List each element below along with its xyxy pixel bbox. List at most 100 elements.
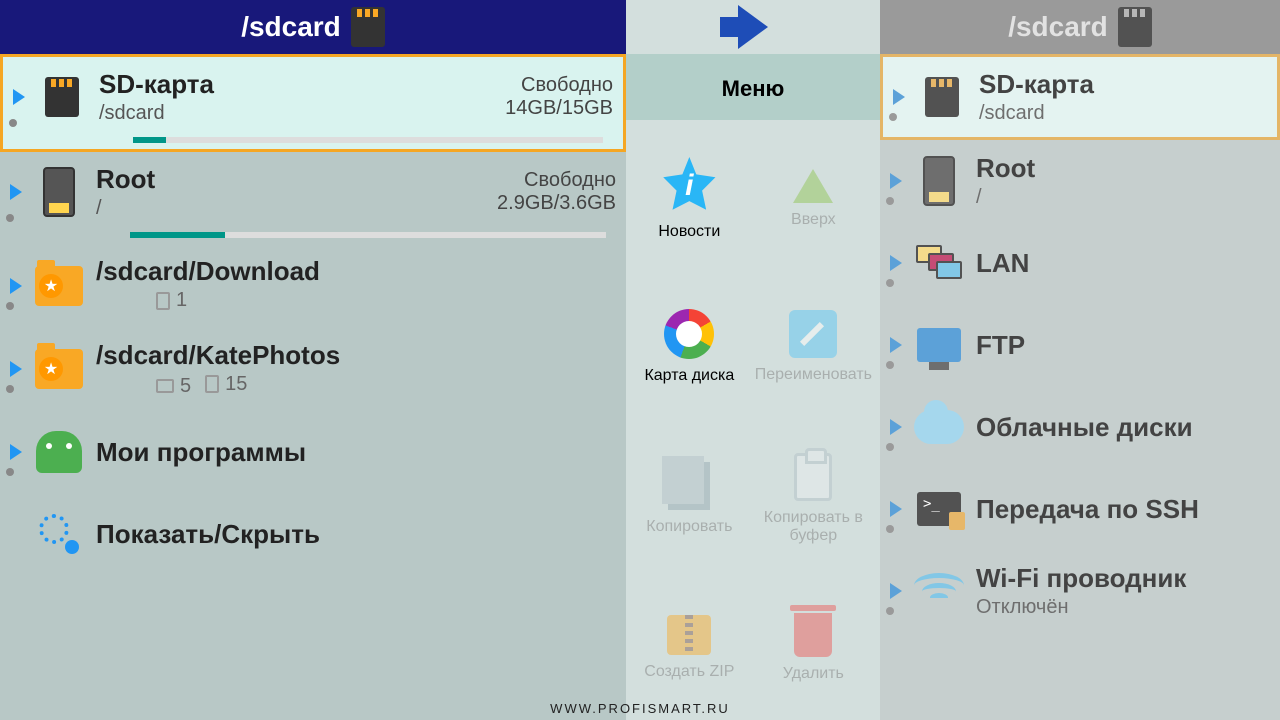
zip-icon [667,615,711,655]
toggle-icon [39,514,79,554]
folder-star-icon [35,349,83,389]
menu-copy: Копировать [632,422,747,576]
free-label: Свободно [497,169,616,192]
item-title: LAN [976,248,1270,279]
expand-caret-icon[interactable] [10,361,22,377]
menu-clip: Копировать в буфер [753,422,874,576]
left-item--sdcard-katephotos[interactable]: /sdcard/KatePhotos515 [0,328,626,412]
expand-caret-icon[interactable] [10,184,22,200]
right-path: /sdcard [1008,11,1108,43]
folder-star-icon [35,266,83,306]
left-item-sd-карта[interactable]: SD-карта/sdcard Свободно14GB/15GB [0,54,626,152]
phone-icon [923,156,955,206]
left-item--sdcard-download[interactable]: /sdcard/Download1 [0,244,626,328]
menu-rename: Переименовать [753,278,874,416]
expand-caret-icon[interactable] [890,583,902,599]
android-icon [36,431,82,473]
item-subtitle: / [976,186,1270,209]
item-subtitle: / [96,197,485,220]
item-subtitle: /sdcard [99,102,493,125]
item-title: Мои программы [96,437,616,468]
left-item-показать-скрыть[interactable]: Показать/Скрыть [0,493,626,575]
watermark: WWW.PROFISMART.RU [550,701,730,716]
expand-caret-icon[interactable] [890,419,902,435]
free-value: 2.9GB/3.6GB [497,192,616,215]
right-item-sd-карта[interactable]: SD-карта/sdcard [880,54,1280,140]
expand-caret-icon[interactable] [890,337,902,353]
item-title: SD-карта [979,69,1267,100]
menu-column: Меню i Новости Вверх Карта диска Переименова… [626,0,880,720]
item-title: Root [96,164,485,195]
menu-grid: i Новости Вверх Карта диска Переименовать Коп… [626,120,880,720]
right-item-wi-fi-проводник[interactable]: Wi-Fi проводникОтключён [880,550,1280,632]
item-title: Root [976,153,1270,184]
menu-label: Копировать [646,518,732,536]
left-item-мои-программы[interactable]: Мои программы [0,411,626,493]
expand-caret-icon[interactable] [893,89,905,105]
menu-news[interactable]: i Новости [632,126,747,272]
lan-icon [916,245,962,281]
left-path: /sdcard [241,11,341,43]
item-title: Облачные диски [976,412,1270,443]
right-panel: /sdcard SD-карта/sdcardRoot/LANFTPОблачн… [880,0,1280,720]
transfer-direction[interactable] [626,0,880,54]
menu-title: Меню [626,54,880,120]
right-item-root[interactable]: Root/ [880,140,1280,222]
right-header[interactable]: /sdcard [880,0,1280,54]
item-title: /sdcard/Download [96,256,616,287]
phone-icon [43,167,75,217]
clip-icon [794,453,832,501]
sd-card-icon [351,7,385,47]
sd-card-icon [925,77,959,117]
menu-label: Создать ZIP [644,663,734,681]
menu-label: Удалить [783,665,844,683]
left-header[interactable]: /sdcard [0,0,626,54]
free-value: 14GB/15GB [505,97,613,120]
expand-caret-icon[interactable] [10,444,22,460]
left-list: SD-карта/sdcardСвободно14GB/15GBRoot/Сво… [0,54,626,720]
menu-zip: Создать ZIP [632,582,747,714]
news-icon: i [660,157,718,215]
item-title: FTP [976,330,1270,361]
left-panel: /sdcard SD-карта/sdcardСвободно14GB/15GB… [0,0,626,720]
ftp-icon [917,328,961,362]
right-item-облачные-диски[interactable]: Облачные диски [880,386,1280,468]
item-title: Wi-Fi проводник [976,563,1270,594]
item-title: Показать/Скрыть [96,519,616,550]
menu-disk[interactable]: Карта диска [632,278,747,416]
arrow-right-icon [738,5,768,49]
right-item-передача-по-ssh[interactable]: Передача по SSH [880,468,1280,550]
up-icon [793,169,833,203]
expand-caret-icon[interactable] [890,255,902,271]
item-subtitle: Отключён [976,596,1270,619]
trash-icon [794,613,832,657]
left-item-root[interactable]: Root/ Свободно2.9GB/3.6GB [0,152,626,244]
menu-label: Новости [658,223,720,241]
expand-caret-icon[interactable] [10,278,22,294]
sd-card-icon [45,77,79,117]
item-title: SD-карта [99,69,493,100]
right-list: SD-карта/sdcardRoot/LANFTPОблачные диски… [880,54,1280,720]
sd-card-icon [1118,7,1152,47]
rename-icon [789,310,837,358]
expand-caret-icon[interactable] [890,501,902,517]
menu-trash: Удалить [753,582,874,714]
item-subtitle: /sdcard [979,102,1267,125]
disk-icon [664,309,714,359]
ssh-icon [917,492,961,526]
menu-label: Копировать в буфер [755,509,872,545]
menu-label: Переименовать [755,366,872,384]
right-item-lan[interactable]: LAN [880,222,1280,304]
wifi-icon [914,573,964,609]
menu-label: Карта диска [644,367,734,385]
menu-up: Вверх [753,126,874,272]
menu-label: Вверх [791,211,836,229]
expand-caret-icon[interactable] [890,173,902,189]
item-title: /sdcard/KatePhotos [96,340,616,371]
copy-icon [668,462,710,510]
expand-caret-icon[interactable] [13,89,25,105]
item-title: Передача по SSH [976,494,1270,525]
cloud-icon [914,410,964,444]
right-item-ftp[interactable]: FTP [880,304,1280,386]
free-label: Свободно [505,74,613,97]
